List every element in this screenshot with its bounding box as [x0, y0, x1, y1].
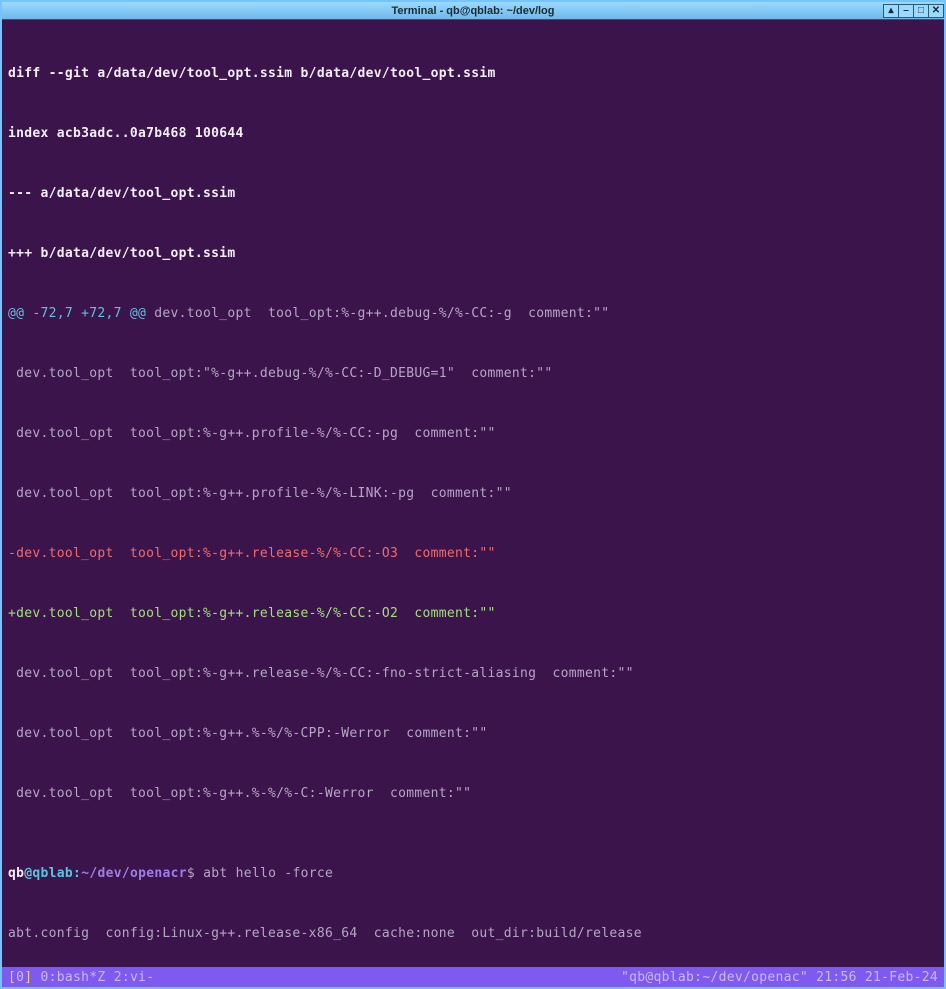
diff-hunk: @@ -72,7 +72,7 @@ [8, 306, 146, 321]
diff-index: index acb3adc..0a7b468 100644 [8, 126, 244, 141]
tmux-statusbar[interactable]: [0] 0:bash*Z 2:vi- "qb@qblab:~/dev/opena… [2, 967, 944, 987]
diff-ctx: dev.tool_opt tool_opt:%-g++.%-%/%-CPP:-W… [8, 724, 938, 744]
tmux-status-right: "qb@qblab:~/dev/openac" 21:56 21-Feb-24 [621, 970, 938, 985]
shade-button[interactable]: ▴ [883, 4, 899, 18]
cmd-abt: abt hello -force [195, 866, 333, 881]
window-controls: ▴ – □ ✕ [884, 4, 944, 18]
window-title: Terminal - qb@qblab: ~/dev/log [391, 5, 554, 17]
abt-output: abt.config config:Linux-g++.release-x86_… [8, 924, 938, 944]
diff-ctx: dev.tool_opt tool_opt:%-g++.release-%/%-… [8, 664, 938, 684]
minimize-button[interactable]: – [898, 4, 914, 18]
terminal-window: Terminal - qb@qblab: ~/dev/log ▴ – □ ✕ d… [0, 0, 946, 989]
diff-minus-file: --- a/data/dev/tool_opt.ssim [8, 186, 236, 201]
diff-ctx: dev.tool_opt tool_opt:%-g++.%-%/%-C:-Wer… [8, 784, 938, 804]
diff-removed: -dev.tool_opt tool_opt:%-g++.release-%/%… [8, 546, 496, 561]
diff-added: +dev.tool_opt tool_opt:%-g++.release-%/%… [8, 606, 496, 621]
diff-ctx: dev.tool_opt tool_opt:"%-g++.debug-%/%-C… [8, 364, 938, 384]
diff-plus-file: +++ b/data/dev/tool_opt.ssim [8, 246, 236, 261]
diff-header: diff --git a/data/dev/tool_opt.ssim b/da… [8, 66, 496, 81]
tmux-windows: 0:bash*Z 2:vi- [32, 970, 154, 985]
terminal-viewport[interactable]: diff --git a/data/dev/tool_opt.ssim b/da… [2, 20, 944, 967]
diff-ctx: dev.tool_opt tool_opt:%-g++.profile-%/%-… [8, 484, 938, 504]
close-button[interactable]: ✕ [928, 4, 944, 18]
maximize-button[interactable]: □ [913, 4, 929, 18]
titlebar[interactable]: Terminal - qb@qblab: ~/dev/log ▴ – □ ✕ [2, 2, 944, 20]
diff-ctx: dev.tool_opt tool_opt:%-g++.profile-%/%-… [8, 424, 938, 444]
